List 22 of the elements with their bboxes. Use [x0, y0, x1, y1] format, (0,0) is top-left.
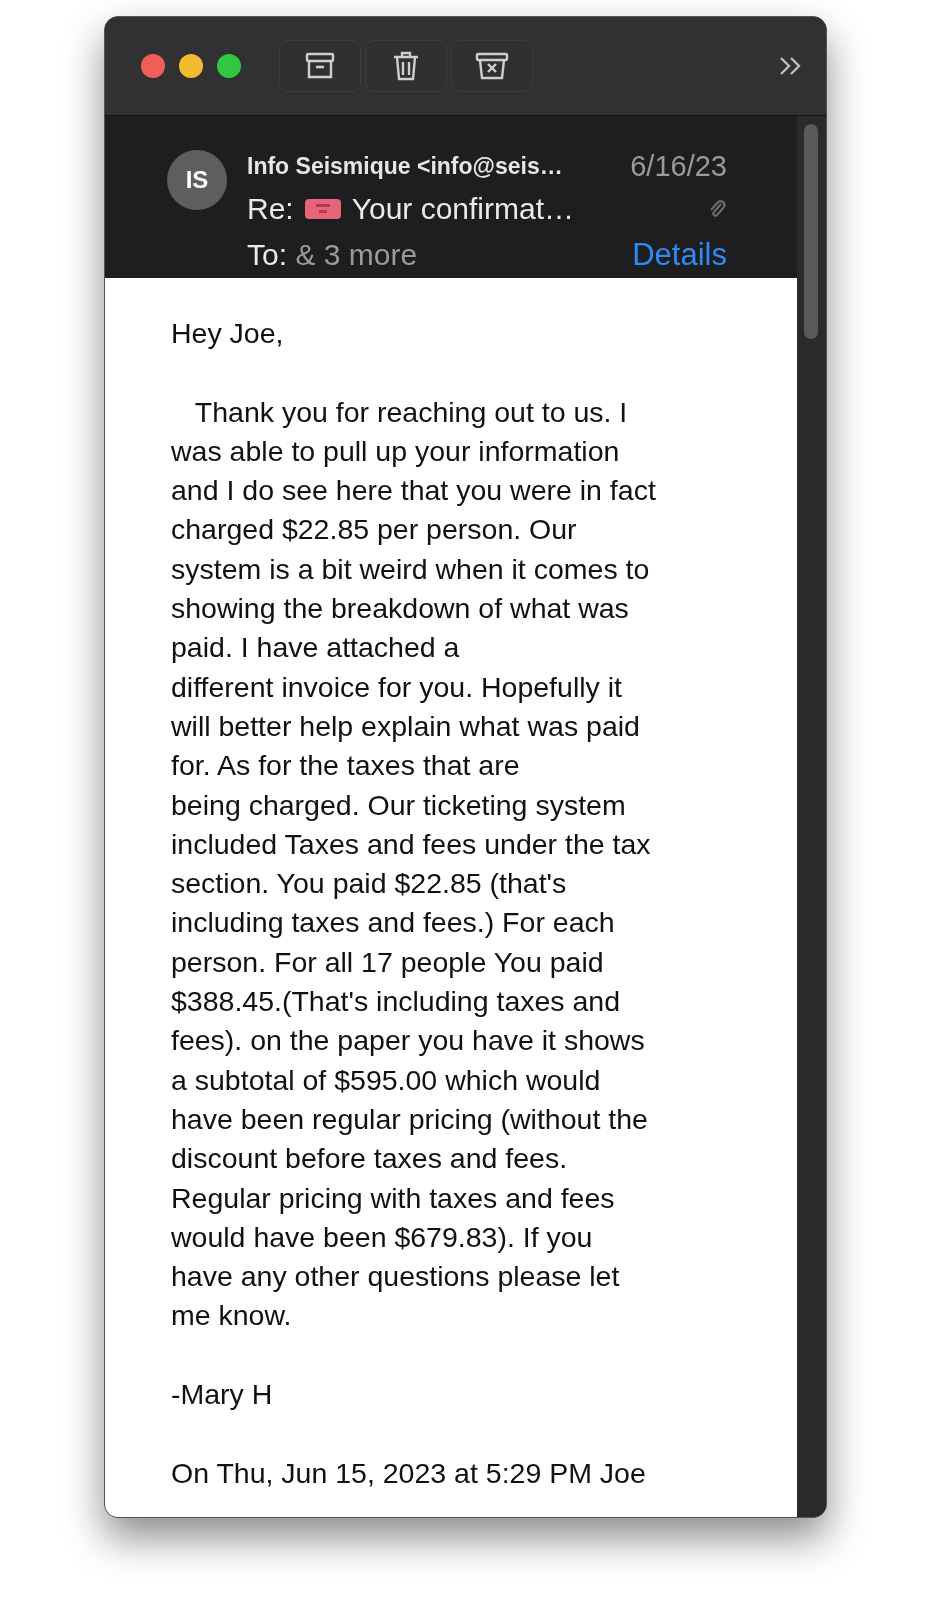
details-link[interactable]: Details: [632, 237, 727, 273]
date: 6/16/23: [630, 149, 727, 183]
ticket-icon: [303, 197, 342, 221]
quote-header: On Thu, Jun 15, 2023 at 5:29 PM Joe: [171, 1455, 647, 1491]
scrollbar[interactable]: [797, 116, 826, 1517]
subject: Your confirmat…: [351, 192, 574, 226]
minimize-button[interactable]: [179, 54, 203, 78]
close-button[interactable]: [141, 54, 165, 78]
avatar: IS: [167, 150, 227, 210]
to-label: To:: [247, 238, 288, 271]
greeting: Hey Joe,: [171, 316, 285, 351]
message-paragraph: Thank you for reaching out to us. I was able to pull up your information and I do see here that you were in fact charged $22.85 per person. Our system is a bit weird when it comes to showing the breakdown of what was paid. I have attached a different invoice for you. Hopefully it will better help explain what was paid for. As for the taxes that are being charged. Our ticketing system included Taxes and fees under the tax section. You paid $22.85 (that's including taxes and fees.) For each person. For all 17 people You paid $388.45.(That's including taxes and fees). on the paper you have it shows a subtotal of $595.00 which would have been regular pricing (without the discount before taxes and fees. Regular pricing with taxes and fees would have been $679.83). If you have any other questions please let me know.: [171, 394, 657, 1334]
recipients[interactable]: & 3 more: [295, 238, 418, 271]
sender-name: Info Seismique <info@seis…: [247, 152, 563, 180]
trash-button[interactable]: [365, 40, 447, 92]
scrollbar-thumb[interactable]: [804, 124, 818, 339]
subject-prefix: Re:: [247, 192, 294, 226]
zoom-button[interactable]: [217, 54, 241, 78]
archive-button[interactable]: [279, 40, 361, 92]
signature: -Mary H: [171, 1377, 274, 1412]
junk-button[interactable]: [451, 40, 533, 92]
paperclip-icon: [707, 198, 727, 220]
